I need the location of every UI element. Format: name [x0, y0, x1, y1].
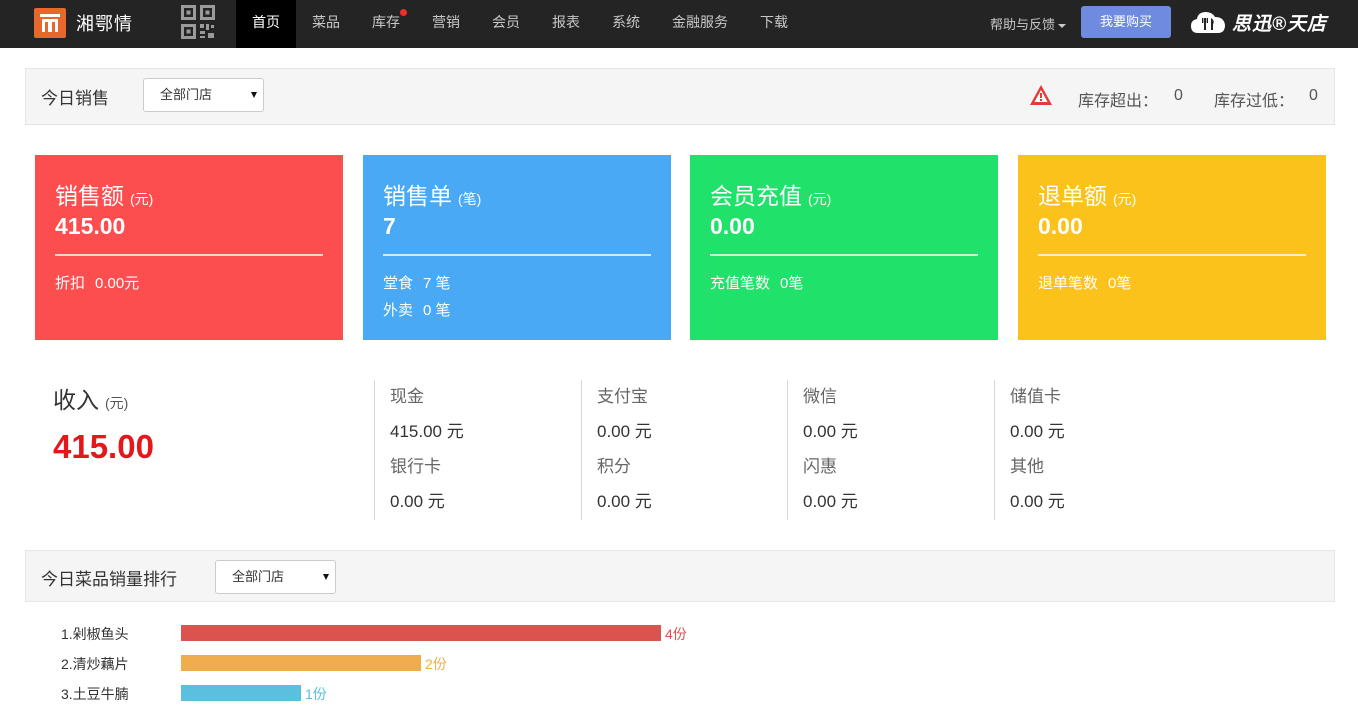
- card-unit: (元): [130, 191, 154, 207]
- ranking-panel-title: 今日菜品销量排行: [41, 570, 177, 589]
- ranking-count: 1份: [305, 686, 327, 702]
- stock-low-value: 0: [1309, 87, 1318, 104]
- card-divider: [55, 254, 323, 256]
- member-recharge-card[interactable]: 会员充值 (元) 0.00 充值笔数 0笔: [690, 155, 998, 340]
- payment-value: 0.00 元: [1010, 422, 1065, 441]
- payment-label: 支付宝: [597, 387, 648, 406]
- payment-value: 0.00 元: [597, 422, 652, 441]
- nav-item-dishes[interactable]: 菜品: [296, 0, 356, 48]
- ranking-item-label: 2.清炒藕片: [61, 656, 129, 672]
- payment-value: 0.00 元: [1010, 492, 1065, 511]
- payment-value: 415.00 元: [390, 422, 464, 441]
- brand[interactable]: 湘鄂情: [34, 8, 133, 38]
- sales-orders-card[interactable]: 销售单 (笔) 7 堂食 7 笔 外卖 0 笔: [363, 155, 671, 340]
- card-unit: (笔): [458, 191, 482, 207]
- nav-item-home[interactable]: 首页: [236, 0, 296, 48]
- ranking-item-label: 3.土豆牛腩: [61, 686, 129, 702]
- card-sub-label: 堂食: [383, 275, 414, 292]
- refund-amount-card[interactable]: 退单额 (元) 0.00 退单笔数 0笔: [1018, 155, 1326, 340]
- card-unit: (元): [808, 191, 832, 207]
- payment-value: 0.00 元: [390, 492, 445, 511]
- ranking-bar: [181, 685, 301, 701]
- cloud-utensils-icon: [1191, 12, 1225, 33]
- brand-name: 湘鄂情: [76, 14, 133, 34]
- card-sub-label: 退单笔数: [1038, 275, 1099, 292]
- card-sub-value: 0笔: [780, 275, 804, 292]
- card-value: 7: [383, 213, 396, 239]
- card-sub-label: 外卖: [383, 302, 414, 319]
- card-value: 0.00: [710, 213, 755, 239]
- nav-item-finance[interactable]: 金融服务: [656, 0, 744, 48]
- payment-column: 微信 0.00 元 闪惠 0.00 元: [787, 380, 994, 520]
- stock-low-label: 库存过低：: [1214, 93, 1295, 110]
- ranking-bar: [181, 655, 421, 671]
- tiandian-logo: 思迅®天店: [1190, 7, 1327, 37]
- ranking-store-select[interactable]: 全部门店: [215, 560, 336, 594]
- card-sub-value: 0 笔: [423, 302, 451, 319]
- payment-value: 0.00 元: [803, 422, 858, 441]
- nav-item-inventory[interactable]: 库存: [356, 0, 416, 48]
- nav-item-members[interactable]: 会员: [476, 0, 536, 48]
- select-arrow-icon: [323, 574, 329, 580]
- notification-dot: [400, 9, 407, 16]
- top-navbar: 湘鄂情 首页 菜品 库存 营销 会员 报表 系统 金融服务 下载 帮助与反馈 我…: [0, 0, 1358, 48]
- nav-item-download[interactable]: 下载: [744, 0, 804, 48]
- card-title: 会员充值: [710, 183, 802, 209]
- payment-value: 0.00 元: [597, 492, 652, 511]
- stock-over-label: 库存超出：: [1078, 93, 1159, 110]
- nav-item-marketing[interactable]: 营销: [416, 0, 476, 48]
- ranking-item-label: 1.剁椒鱼头: [61, 626, 129, 642]
- income-total: 415.00: [53, 428, 154, 465]
- payment-label: 储值卡: [1010, 387, 1061, 406]
- nav-item-system[interactable]: 系统: [596, 0, 656, 48]
- payment-label: 现金: [390, 387, 424, 406]
- payment-column: 储值卡 0.00 元 其他 0.00 元: [994, 380, 1201, 520]
- qr-code-icon[interactable]: [180, 4, 216, 40]
- sales-amount-card[interactable]: 销售额 (元) 415.00 折扣 0.00元: [35, 155, 343, 340]
- card-divider: [383, 254, 651, 256]
- card-title: 销售额: [55, 183, 124, 209]
- card-value: 0.00: [1038, 213, 1083, 239]
- main-nav: 首页 菜品 库存 营销 会员 报表 系统 金融服务 下载: [236, 0, 804, 48]
- card-sub-value: 0.00元: [95, 275, 140, 292]
- payment-label: 积分: [597, 457, 631, 476]
- select-arrow-icon: [251, 92, 257, 98]
- payment-value: 0.00 元: [803, 492, 858, 511]
- card-sub-value: 0笔: [1108, 275, 1132, 292]
- card-divider: [1038, 254, 1306, 256]
- card-unit: (元): [1113, 191, 1137, 207]
- payment-column: 支付宝 0.00 元 积分 0.00 元: [581, 380, 788, 520]
- income-title: 收入 (元): [53, 387, 129, 413]
- card-sub-value: 7 笔: [423, 275, 451, 292]
- payment-label: 微信: [803, 387, 837, 406]
- caret-down-icon: [1058, 23, 1067, 28]
- card-value: 415.00: [55, 213, 126, 239]
- brand-logo-icon: [34, 8, 66, 38]
- income-unit: (元): [105, 395, 129, 411]
- card-sub-label: 折扣: [55, 275, 86, 292]
- payment-label: 银行卡: [390, 457, 441, 476]
- store-select[interactable]: 全部门店: [143, 78, 264, 112]
- payment-label: 其他: [1010, 457, 1044, 476]
- sales-panel-title: 今日销售: [41, 89, 109, 108]
- stock-over-value: 0: [1174, 87, 1183, 104]
- card-title: 销售单: [383, 183, 452, 209]
- card-divider: [710, 254, 978, 256]
- ranking-count: 4份: [665, 626, 687, 642]
- tiandian-logo-text: 思迅®天店: [1232, 13, 1327, 35]
- payment-column: 现金 415.00 元 银行卡 0.00 元: [374, 380, 581, 520]
- buy-button[interactable]: 我要购买: [1081, 6, 1171, 38]
- warning-icon: [1030, 85, 1052, 105]
- card-title: 退单额: [1038, 183, 1107, 209]
- card-sub-label: 充值笔数: [710, 275, 771, 292]
- ranking-bar: [181, 625, 661, 641]
- payment-label: 闪惠: [803, 457, 837, 476]
- ranking-count: 2份: [425, 656, 447, 672]
- help-feedback-dropdown[interactable]: 帮助与反馈: [990, 14, 1067, 33]
- nav-item-reports[interactable]: 报表: [536, 0, 596, 48]
